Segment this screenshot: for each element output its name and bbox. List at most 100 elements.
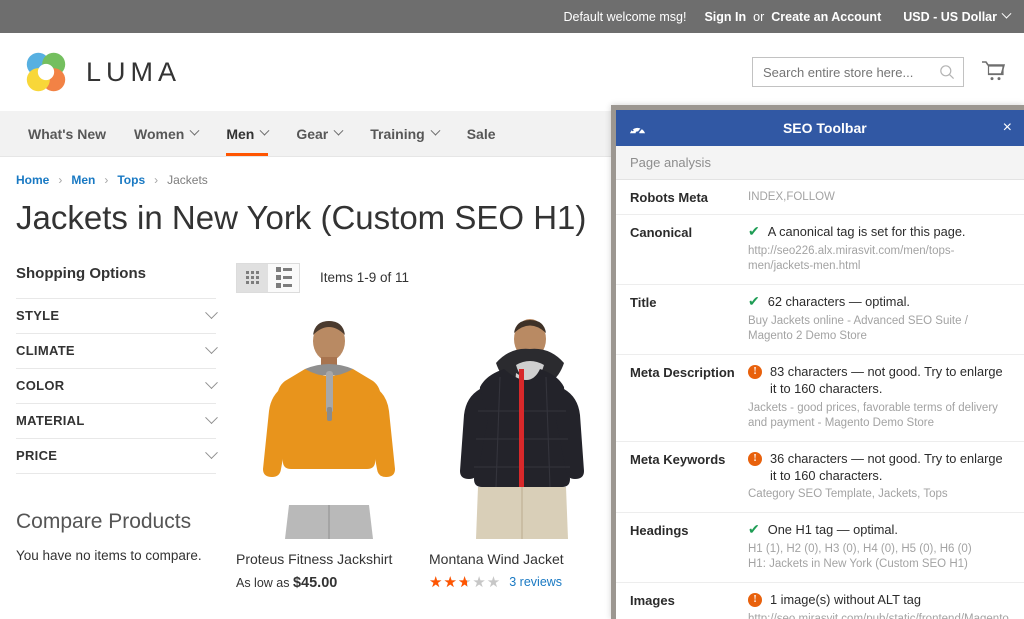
logo-text: LUMA: [86, 57, 181, 88]
nav-label: Sale: [467, 126, 496, 142]
welcome-message: Default welcome msg!: [563, 10, 686, 24]
logo[interactable]: LUMA: [22, 48, 181, 96]
seo-row-label: Headings: [630, 522, 748, 573]
seo-row-detail: Jackets - good prices, favorable terms o…: [748, 401, 1010, 432]
warning-icon: !: [748, 593, 762, 607]
seo-row-robots-meta: Robots Meta INDEX,FOLLOW: [616, 180, 1024, 215]
price-prefix: As low as: [236, 576, 290, 590]
seo-row-images: Images ! 1 image(s) without ALT tag http…: [616, 583, 1024, 619]
breadcrumb-separator: ›: [58, 173, 62, 187]
close-icon[interactable]: ×: [1003, 120, 1012, 136]
seo-row-detail: http://seo226.alx.mirasvit.com/men/tops-…: [748, 244, 1010, 275]
filter-label: MATERIAL: [16, 413, 85, 428]
product-image[interactable]: [429, 307, 614, 539]
chevron-down-icon: [430, 126, 440, 136]
grid-icon: [246, 271, 259, 284]
seo-row-body: ! 1 image(s) without ALT tag http://seo.…: [748, 592, 1010, 619]
nav-item-training[interactable]: Training: [356, 111, 452, 156]
list-icon: [276, 267, 292, 288]
currency-switcher[interactable]: USD - US Dollar: [903, 10, 1010, 24]
seo-row-status: ! 36 characters — not good. Try to enlar…: [748, 451, 1010, 485]
breadcrumb-separator: ›: [154, 173, 158, 187]
seo-row-detail: Buy Jackets online - Advanced SEO Suite …: [748, 314, 1010, 345]
seo-row-status: ! 1 image(s) without ALT tag: [748, 592, 1010, 609]
chevron-down-icon: [190, 126, 200, 136]
nav-item-whats-new[interactable]: What's New: [14, 111, 120, 156]
nav-item-gear[interactable]: Gear: [282, 111, 356, 156]
create-account-link[interactable]: Create an Account: [771, 10, 881, 24]
product-photo-montana-wind-jacket: [434, 307, 609, 539]
seo-row-body: ✔ 62 characters — optimal. Buy Jackets o…: [748, 294, 1010, 345]
seo-row-label: Meta Keywords: [630, 451, 748, 503]
search-icon[interactable]: [939, 64, 955, 80]
seo-row-headings: Headings ✔ One H1 tag — optimal. H1 (1),…: [616, 513, 1024, 583]
breadcrumb-item-home[interactable]: Home: [16, 173, 49, 187]
nav-item-men[interactable]: Men: [212, 111, 282, 156]
filter-label: STYLE: [16, 308, 59, 323]
items-count: Items 1-9 of 11: [320, 270, 409, 285]
chevron-down-icon: [334, 126, 344, 136]
seo-row-message: 62 characters — optimal.: [768, 294, 910, 311]
search-input[interactable]: [761, 64, 939, 81]
product-name[interactable]: Montana Wind Jacket: [429, 551, 614, 567]
seo-toolbar-title: SEO Toolbar: [647, 120, 1003, 136]
sidebar: Shopping Options STYLE CLIMATE COLOR MAT…: [16, 259, 216, 591]
chevron-down-icon: [205, 447, 218, 460]
seo-row-message: One H1 tag — optimal.: [768, 522, 898, 539]
product-item[interactable]: Proteus Fitness Jackshirt As low as $45.…: [236, 307, 421, 591]
view-mode-switcher: [236, 263, 300, 293]
filter-label: PRICE: [16, 448, 57, 463]
seo-row-meta-description: Meta Description ! 83 characters — not g…: [616, 355, 1024, 442]
filter-item-style[interactable]: STYLE: [16, 298, 216, 333]
seo-row-message: 36 characters — not good. Try to enlarge…: [770, 451, 1010, 485]
seo-row-message: 83 characters — not good. Try to enlarge…: [770, 364, 1010, 398]
seo-row-title: Title ✔ 62 characters — optimal. Buy Jac…: [616, 285, 1024, 355]
search-box[interactable]: [752, 57, 964, 87]
filter-item-material[interactable]: MATERIAL: [16, 403, 216, 438]
filter-item-color[interactable]: COLOR: [16, 368, 216, 403]
sign-in-link[interactable]: Sign In: [704, 10, 746, 24]
list-view-button[interactable]: [268, 264, 299, 292]
breadcrumb-item-men[interactable]: Men: [71, 173, 95, 187]
product-image[interactable]: [236, 307, 421, 539]
star-rating-icon: ★★★★★ ★★★★★: [429, 575, 501, 590]
compare-products-title: Compare Products: [16, 510, 216, 534]
nav-label: Women: [134, 126, 184, 142]
seo-row-canonical: Canonical ✔ A canonical tag is set for t…: [616, 215, 1024, 285]
filter-item-climate[interactable]: CLIMATE: [16, 333, 216, 368]
cart-icon[interactable]: [980, 60, 1006, 84]
grid-view-button[interactable]: [237, 264, 268, 292]
reviews-link[interactable]: 3 reviews: [509, 575, 562, 589]
site-header: LUMA: [0, 33, 1024, 111]
nav-item-sale[interactable]: Sale: [453, 111, 510, 156]
chevron-down-icon: [1002, 9, 1012, 19]
chevron-down-icon: [205, 377, 218, 390]
chevron-down-icon: [205, 307, 218, 320]
seo-row-status: ! 83 characters — not good. Try to enlar…: [748, 364, 1010, 398]
seo-row-meta-keywords: Meta Keywords ! 36 characters — not good…: [616, 442, 1024, 513]
filter-item-price[interactable]: PRICE: [16, 438, 216, 473]
seo-toolbar-panel[interactable]: SEO Toolbar × Page analysis Robots Meta …: [611, 105, 1024, 619]
product-price: As low as $45.00: [236, 575, 421, 591]
speedometer-icon: [628, 119, 647, 138]
seo-row-status: ✔ One H1 tag — optimal.: [748, 522, 1010, 539]
chevron-down-icon: [260, 126, 270, 136]
nav-item-women[interactable]: Women: [120, 111, 212, 156]
product-photo-proteus-fitness-jackshirt: [241, 307, 416, 539]
or-text: or: [753, 10, 764, 24]
filter-label: CLIMATE: [16, 343, 75, 358]
seo-row-message: 1 image(s) without ALT tag: [770, 592, 921, 609]
seo-analysis-rows: Robots Meta INDEX,FOLLOW Canonical ✔ A c…: [616, 180, 1024, 619]
seo-row-label: Title: [630, 294, 748, 345]
seo-row-detail: http://seo.mirasvit.com/pub/static/front…: [748, 612, 1010, 619]
compare-empty-text: You have no items to compare.: [16, 548, 216, 563]
breadcrumb-item-tops[interactable]: Tops: [117, 173, 145, 187]
seo-toolbar-header[interactable]: SEO Toolbar ×: [616, 110, 1024, 146]
product-item[interactable]: Montana Wind Jacket ★★★★★ ★★★★★ 3 review…: [429, 307, 614, 591]
seo-row-body: ✔ One H1 tag — optimal. H1 (1), H2 (0), …: [748, 522, 1010, 573]
nav-label: Gear: [296, 126, 328, 142]
warning-icon: !: [748, 452, 762, 466]
product-name[interactable]: Proteus Fitness Jackshirt: [236, 551, 421, 567]
nav-label: What's New: [28, 126, 106, 142]
seo-row-label: Robots Meta: [630, 189, 748, 205]
